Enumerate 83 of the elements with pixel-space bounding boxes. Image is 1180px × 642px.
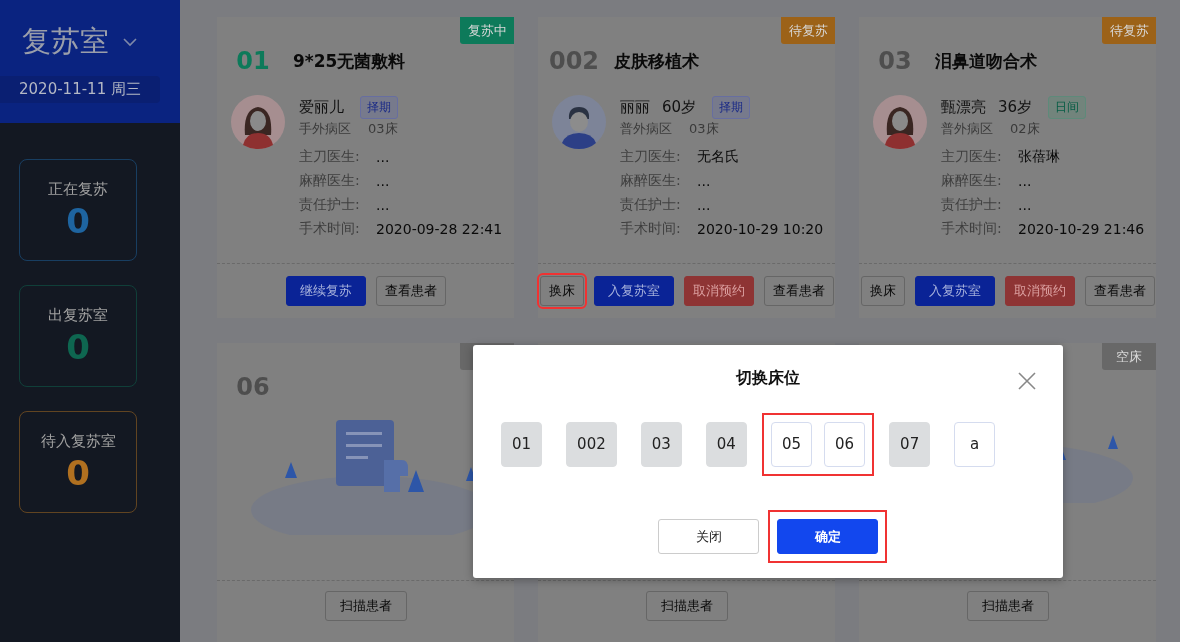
info-value: ... <box>376 173 390 189</box>
stat-value: 0 <box>66 326 90 367</box>
bed-option[interactable]: 06 <box>824 421 866 467</box>
info-value: ... <box>697 197 711 213</box>
bed-option[interactable]: 04 <box>705 421 747 467</box>
info-label: 责任护士: <box>941 196 1003 214</box>
stat-label: 出复苏室 <box>48 305 108 325</box>
bed-option[interactable]: 07 <box>889 421 931 467</box>
info-label: 手术时间: <box>620 220 682 238</box>
info-value: ... <box>376 197 390 213</box>
status-tag: 待复苏 <box>781 17 835 44</box>
info-value: 张蓓琳 <box>1018 148 1060 166</box>
card-button[interactable]: 继续复苏 <box>285 275 366 306</box>
surgery-type-tag: 择期 <box>360 95 398 119</box>
card-button[interactable]: 换床 <box>860 275 905 306</box>
card-button[interactable]: 取消预约 <box>1004 275 1075 306</box>
surgery-type-tag: 日间 <box>1048 95 1087 119</box>
info-value: ... <box>697 173 711 189</box>
bed-option[interactable]: 002 <box>566 421 617 467</box>
card-button[interactable]: 查看患者 <box>763 275 834 306</box>
status-tag: 待复苏 <box>1102 17 1156 44</box>
surgery-type-tag: 择期 <box>712 95 751 119</box>
stat-value: 0 <box>66 452 90 493</box>
card-button[interactable]: 入复苏室 <box>914 275 995 306</box>
info-value: 无名氏 <box>697 148 739 166</box>
card-button[interactable]: 入复苏室 <box>593 275 674 306</box>
info-label: 手术时间: <box>941 220 1003 238</box>
bed-option[interactable]: 01 <box>501 421 543 467</box>
info-value: ... <box>376 149 390 165</box>
dialog-title: 切换床位 <box>736 367 800 389</box>
ward-name: 手外病区 <box>299 120 351 138</box>
info-label: 责任护士: <box>620 196 682 214</box>
bed-option[interactable]: 05 <box>770 421 812 467</box>
info-label: 麻醉医生: <box>620 172 682 190</box>
info-value: 2020-10-29 21:46 <box>1018 221 1145 237</box>
room-title[interactable]: 复苏室 <box>22 22 109 62</box>
stat-card[interactable]: 待入复苏室 0 <box>19 411 137 513</box>
info-label: 主刀医生: <box>299 148 361 166</box>
info-value: ... <box>1018 173 1032 189</box>
info-value: 2020-10-29 10:20 <box>697 221 824 237</box>
dialog-button[interactable]: 关闭 <box>658 519 759 554</box>
patient-name: 丽丽 <box>620 97 650 117</box>
bed-label: 02床 <box>1010 120 1040 138</box>
info-value: ... <box>1018 197 1032 213</box>
card-button[interactable]: 扫描患者 <box>645 591 728 621</box>
dialog-button[interactable]: 确定 <box>777 519 878 554</box>
stat-label: 正在复苏 <box>48 179 108 199</box>
stat-card[interactable]: 正在复苏 0 <box>19 159 137 261</box>
status-tag: 复苏中 <box>460 17 514 44</box>
patient-name: 甄漂亮 <box>941 97 986 117</box>
surgery-name: 泪鼻道吻合术 <box>935 49 1037 73</box>
card-button[interactable]: 查看患者 <box>1084 275 1155 306</box>
info-label: 手术时间: <box>299 220 361 238</box>
bed-option[interactable]: a <box>954 421 996 467</box>
card-button[interactable]: 查看患者 <box>375 275 446 306</box>
card-button[interactable]: 扫描患者 <box>966 591 1049 621</box>
info-label: 麻醉医生: <box>299 172 361 190</box>
chevron-down-icon[interactable] <box>123 37 137 47</box>
info-label: 主刀医生: <box>620 148 682 166</box>
info-label: 责任护士: <box>299 196 361 214</box>
patient-name: 爱丽儿 <box>299 97 344 117</box>
info-label: 麻醉医生: <box>941 172 1003 190</box>
card-button[interactable]: 取消预约 <box>683 275 754 306</box>
bed-label: 03床 <box>689 120 719 138</box>
card-button[interactable]: 换床 <box>539 275 584 306</box>
bed-label: 03床 <box>368 120 398 138</box>
surgery-name: 9*25无菌敷料 <box>293 49 406 73</box>
stat-label: 待入复苏室 <box>40 431 116 451</box>
surgery-name: 皮肤移植术 <box>614 49 699 73</box>
stat-card[interactable]: 出复苏室 0 <box>19 285 137 387</box>
bed-option[interactable]: 03 <box>640 421 682 467</box>
card-button[interactable]: 扫描患者 <box>324 591 407 621</box>
close-icon[interactable] <box>1018 372 1036 390</box>
stat-value: 0 <box>66 200 90 241</box>
info-label: 主刀医生: <box>941 148 1003 166</box>
date-label: 2020-11-11 周三 <box>0 76 160 103</box>
patient-age: 60岁 <box>662 97 697 117</box>
ward-name: 普外病区 <box>941 120 993 138</box>
ward-name: 普外病区 <box>620 120 672 138</box>
bed-number: 01 <box>235 47 271 75</box>
info-value: 2020-09-28 22:41 <box>376 221 503 237</box>
status-tag: 空床 <box>1102 343 1156 370</box>
patient-age: 36岁 <box>998 97 1033 117</box>
